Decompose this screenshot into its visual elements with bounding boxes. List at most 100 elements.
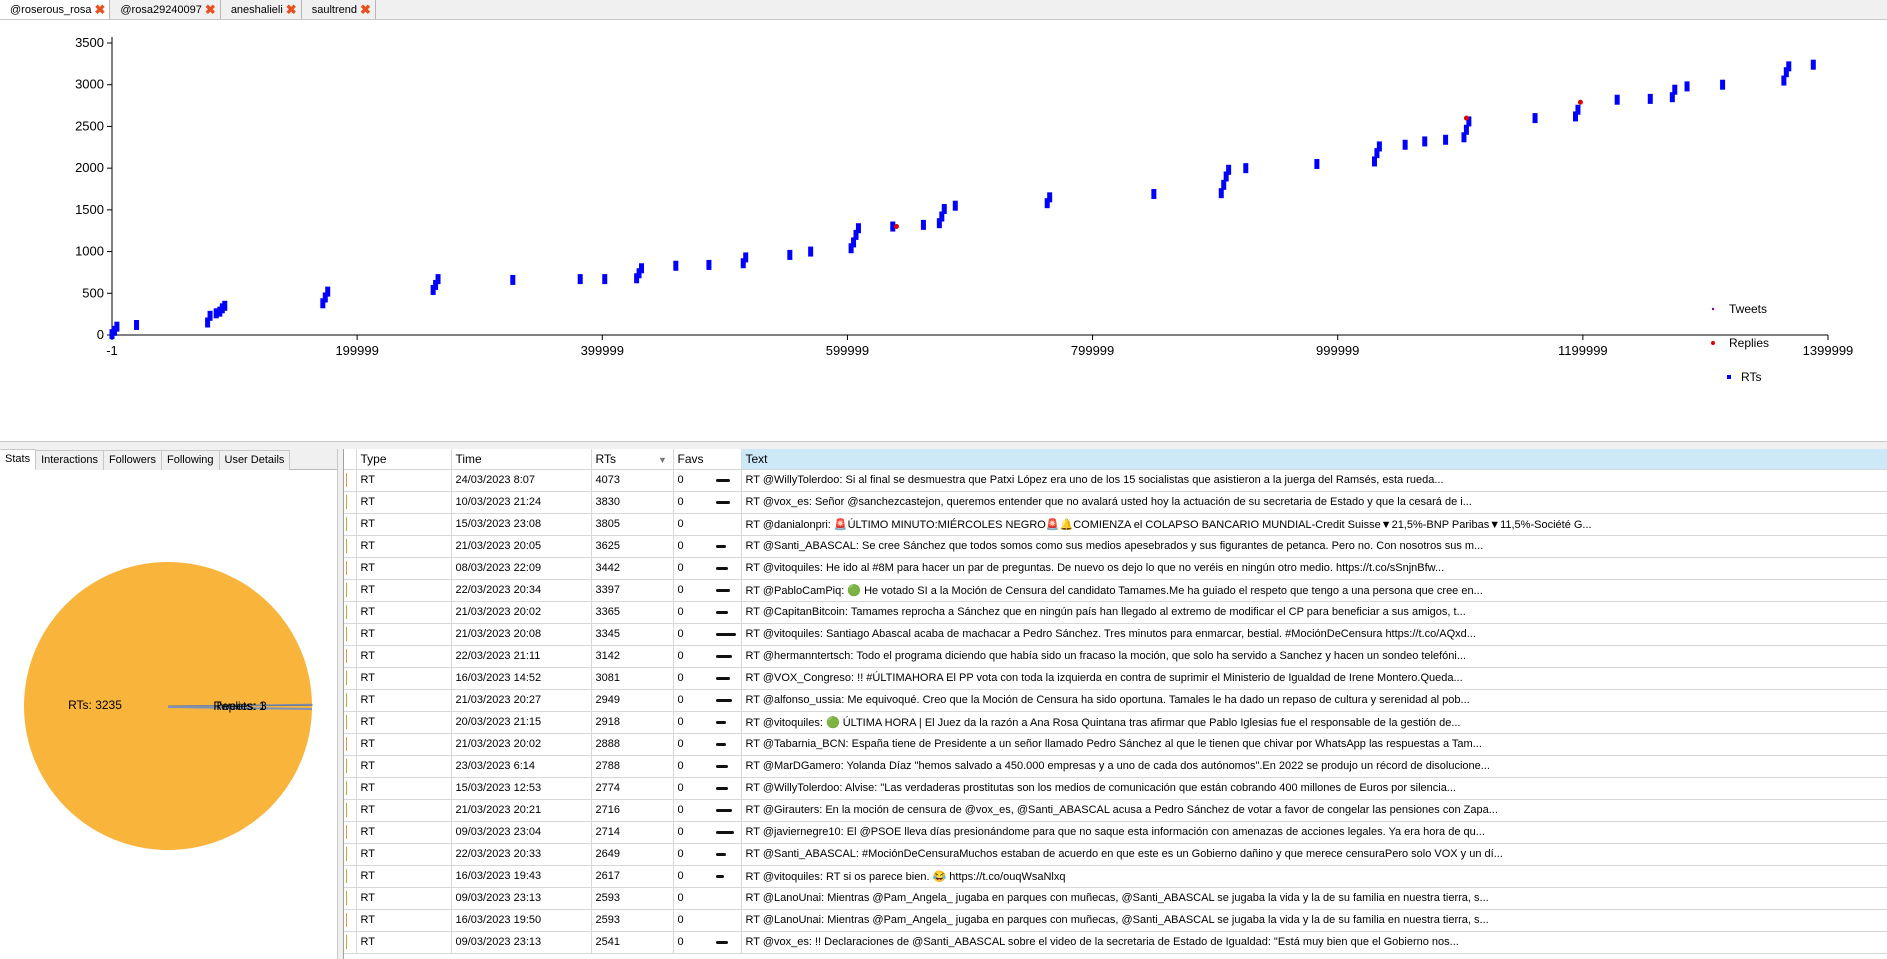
cell-text: RT @VOX_Congreso: !! #ÚLTIMAHORA El PP v…	[741, 667, 1887, 690]
column-header-time[interactable]: Time	[451, 449, 592, 470]
rt-point	[941, 204, 947, 215]
cell-time: 22/03/2023 21:11	[451, 645, 592, 668]
table-row[interactable]: RT 22/03/2023 21:11 3142 0 RT @hermanntertsc…	[344, 645, 1887, 668]
cell-rts: 3830	[591, 491, 674, 514]
pie-label-rts: RTs: 3235	[68, 698, 122, 712]
row-marker	[346, 693, 347, 707]
table-row[interactable]: RT 16/03/2023 19:43 2617 0 RT @vitoquiles: R…	[344, 865, 1887, 888]
y-tick-label: 2500	[75, 118, 104, 133]
table-row[interactable]: RT 20/03/2023 21:15 2918 0 RT @vitoquiles: 🟢…	[344, 711, 1887, 734]
tab-followers[interactable]: Followers	[103, 450, 163, 470]
cell-type: RT	[356, 667, 452, 690]
y-tick-label: 0	[97, 327, 104, 342]
table-row[interactable]: RT 22/03/2023 20:34 3397 0 RT @PabloCamPiq: …	[344, 579, 1887, 602]
table-row[interactable]: RT 09/03/2023 23:04 2714 0 RT @javiernegre10…	[344, 821, 1887, 844]
cell-text: RT @vitoquiles: Santiago Abascal acaba d…	[741, 623, 1887, 646]
cell-rts: 2714	[591, 821, 674, 844]
favs-value: 0	[677, 782, 684, 794]
row-marker	[346, 671, 347, 685]
cell-type: RT	[356, 711, 452, 734]
table-row[interactable]: RT 21/03/2023 20:05 3625 0 RT @Santi_ABASCAL…	[344, 535, 1887, 558]
row-marker	[346, 913, 347, 927]
x-tick-label: 599999	[826, 343, 869, 358]
table-row[interactable]: RT 21/03/2023 20:21 2716 0 RT @Girauters: En…	[344, 799, 1887, 822]
table-row[interactable]: RT 16/03/2023 14:52 3081 0 RT @VOX_Congreso:…	[344, 667, 1887, 690]
table-row[interactable]: RT 09/03/2023 23:13 2593 0 RT @LanoUnai: Mie…	[344, 887, 1887, 910]
favs-value: 0	[677, 804, 684, 816]
cell-time: 22/03/2023 20:34	[451, 579, 592, 602]
favs-value: 0	[677, 848, 684, 860]
table-row[interactable]: RT 15/03/2023 23:08 3805 0 RT @danialonpri: …	[344, 513, 1887, 536]
table-row[interactable]: RT 09/03/2023 23:13 2541 0 RT @vox_es: !! De…	[344, 931, 1887, 954]
table-row[interactable]: RT 21/03/2023 20:02 3365 0 RT @CapitanBitcoi…	[344, 601, 1887, 624]
cell-favs: 0	[673, 711, 742, 734]
x-tick-label: 999999	[1316, 343, 1359, 358]
favs-value: 0	[677, 672, 684, 684]
rt-point	[706, 259, 712, 270]
tab-saultrend[interactable]: saultrend ✖	[301, 0, 376, 19]
cell-time: 09/03/2023 23:04	[451, 821, 592, 844]
reply-point	[1463, 115, 1469, 121]
side-tab-bar: Stats Interactions Followers Following U…	[0, 449, 337, 470]
close-icon[interactable]: ✖	[205, 3, 216, 16]
cell-time: 16/03/2023 14:52	[451, 667, 592, 690]
cell-text: RT @Girauters: En la moción de censura d…	[741, 799, 1887, 822]
rt-point	[435, 274, 441, 285]
row-gutter	[344, 733, 357, 756]
rt-point	[1575, 104, 1581, 115]
tab-roserous-rosa[interactable]: @roserous_rosa ✖	[0, 0, 111, 19]
favs-value: 0	[677, 760, 684, 772]
cell-time: 22/03/2023 20:33	[451, 843, 592, 866]
tab-stats[interactable]: Stats	[0, 449, 37, 470]
table-row[interactable]: RT 24/03/2023 8:07 4073 0 RT @WillyTolerdoo:…	[344, 469, 1887, 492]
row-gutter	[344, 513, 357, 536]
row-gutter	[344, 887, 357, 910]
column-header-type[interactable]: Type	[356, 449, 452, 470]
account-tab-bar: @roserous_rosa ✖ @rosa29240097 ✖ aneshal…	[0, 0, 1887, 20]
row-gutter	[344, 711, 357, 734]
ink-mark	[715, 566, 728, 570]
cell-text: RT @javiernegre10: El @PSOE lleva días p…	[741, 821, 1887, 844]
table-row[interactable]: RT 21/03/2023 20:08 3345 0 RT @vitoquiles: S…	[344, 623, 1887, 646]
tab-rosa29240097[interactable]: @rosa29240097 ✖	[110, 0, 221, 19]
close-icon[interactable]: ✖	[286, 3, 297, 16]
close-icon[interactable]: ✖	[94, 3, 105, 16]
table-row[interactable]: RT 21/03/2023 20:02 2888 0 RT @Tabarnia_BCN:…	[344, 733, 1887, 756]
cell-rts: 2949	[591, 689, 674, 712]
cell-time: 16/03/2023 19:43	[451, 865, 592, 888]
table-row[interactable]: RT 22/03/2023 20:33 2649 0 RT @Santi_ABASCAL…	[344, 843, 1887, 866]
cell-text: RT @vitoquiles: He ido al #8M para hacer…	[741, 557, 1887, 580]
cell-rts: 2716	[591, 799, 674, 822]
row-gutter	[344, 535, 357, 558]
table-row[interactable]: RT 08/03/2023 22:09 3442 0 RT @vitoquiles: H…	[344, 557, 1887, 580]
cell-rts: 3625	[591, 535, 674, 558]
row-marker	[346, 935, 347, 949]
column-header-favs[interactable]: Favs	[673, 449, 742, 470]
cell-time: 16/03/2023 19:50	[451, 909, 592, 932]
ink-mark	[715, 808, 732, 812]
table-row[interactable]: RT 15/03/2023 12:53 2774 0 RT @WillyTolerdoo…	[344, 777, 1887, 800]
rt-point	[1047, 192, 1053, 203]
column-header-rts[interactable]: RTs ▼	[591, 449, 674, 470]
cell-rts: 2788	[591, 755, 674, 778]
favs-value: 0	[677, 826, 684, 838]
column-header-text[interactable]: Text	[741, 449, 1887, 470]
cell-type: RT	[356, 865, 452, 888]
legend-label-rts: RTs	[1741, 370, 1761, 384]
tab-following[interactable]: Following	[162, 450, 220, 470]
row-gutter	[344, 667, 357, 690]
favs-value: 0	[677, 496, 684, 508]
table-row[interactable]: RT 23/03/2023 6:14 2788 0 RT @MarDGamero: Yo…	[344, 755, 1887, 778]
table-row[interactable]: RT 21/03/2023 20:27 2949 0 RT @alfonso_ussia…	[344, 689, 1887, 712]
tab-user-details[interactable]: User Details	[219, 450, 291, 470]
cell-favs: 0	[673, 667, 742, 690]
row-gutter	[344, 469, 357, 492]
rt-point	[952, 200, 958, 211]
row-marker	[346, 715, 347, 729]
tab-interactions[interactable]: Interactions	[36, 450, 104, 470]
tab-aneshalieli[interactable]: aneshalieli ✖	[220, 0, 302, 19]
close-icon[interactable]: ✖	[360, 3, 371, 16]
horizontal-splitter[interactable]	[0, 441, 1887, 449]
table-row[interactable]: RT 10/03/2023 21:24 3830 0 RT @vox_es: Señor…	[344, 491, 1887, 514]
table-row[interactable]: RT 16/03/2023 19:50 2593 0 RT @LanoUnai: Mie…	[344, 909, 1887, 932]
